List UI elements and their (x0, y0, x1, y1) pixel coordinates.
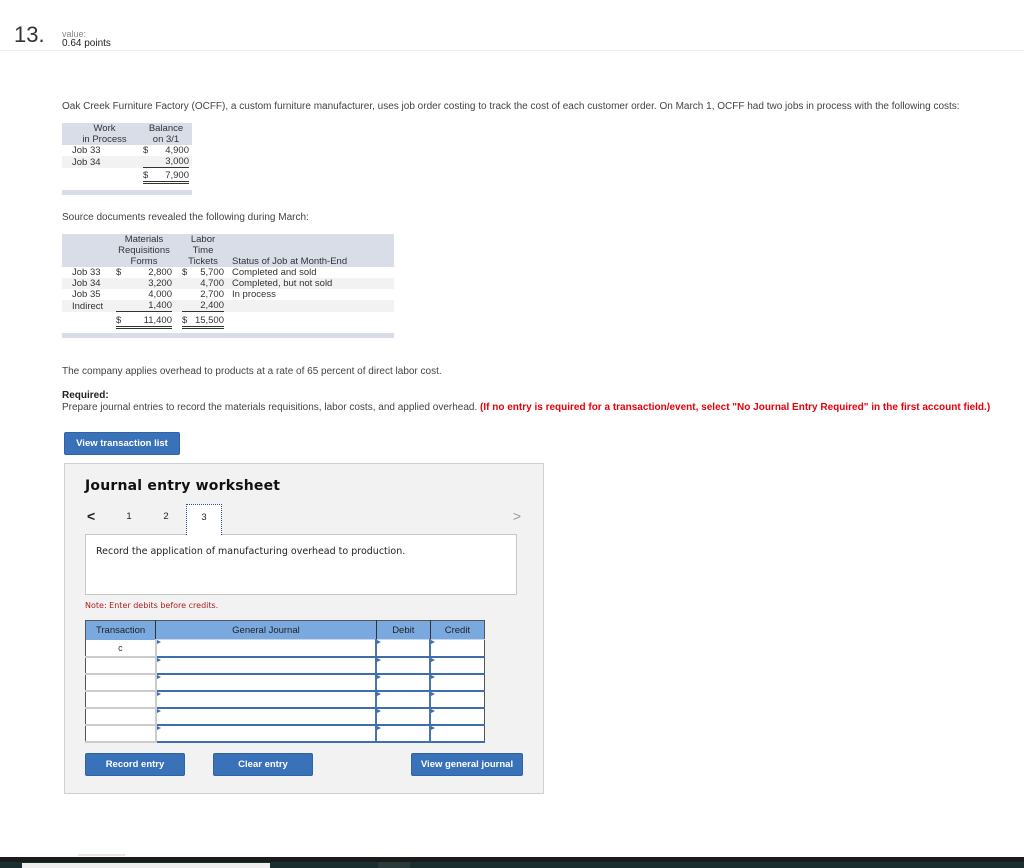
worksheet-tab-1[interactable]: 1 (112, 504, 146, 534)
journal-entry-worksheet: Journal entry worksheet < 1 2 3 > Record… (64, 463, 544, 794)
debit-input[interactable] (375, 724, 431, 743)
clear-entry-button[interactable]: Clear entry (213, 753, 313, 776)
column-header-credit: Credit (430, 620, 485, 640)
account-select[interactable] (154, 707, 377, 726)
journal-row (85, 673, 485, 692)
transaction-cell (85, 656, 157, 675)
wip-total-row: $7,900 (62, 168, 192, 184)
question-points: 0.64 points (62, 38, 111, 49)
transaction-cell (85, 690, 157, 709)
transaction-cell: c (85, 639, 157, 658)
required-warning: (If no entry is required for a transacti… (480, 402, 991, 413)
wip-row: Job 33 $4,900 (72, 145, 189, 156)
column-header-transaction: Transaction (85, 620, 157, 640)
journal-row (85, 724, 485, 743)
march-row: Job 34 3,200 4,700 Completed, but not so… (62, 278, 394, 289)
view-general-journal-button[interactable]: View general journal (411, 753, 523, 776)
record-entry-button[interactable]: Record entry (85, 753, 185, 776)
transaction-cell (85, 673, 157, 692)
journal-row (85, 690, 485, 709)
journal-row (85, 656, 485, 675)
table-divider (62, 333, 394, 338)
wip-row: Job 34 3,000 (62, 156, 192, 168)
credit-input[interactable] (429, 656, 485, 675)
wip-header-balance: Balance on 3/1 (148, 123, 184, 145)
debits-note: Note: Enter debits before credits. (85, 601, 219, 610)
required-instructions: Prepare journal entries to record the ma… (62, 402, 991, 413)
debit-input[interactable] (375, 673, 431, 692)
debit-input[interactable] (375, 690, 431, 709)
account-select[interactable] (154, 690, 377, 709)
materials-header: Materials Requisitions Forms (114, 234, 174, 267)
transaction-description: Record the application of manufacturing … (96, 546, 406, 557)
credit-input[interactable] (429, 690, 485, 709)
transaction-cell (85, 707, 157, 726)
debit-input[interactable] (375, 656, 431, 675)
column-header-debit: Debit (376, 620, 431, 640)
source-documents-intro: Source documents revealed the following … (62, 212, 309, 223)
problem-intro: Oak Creek Furniture Factory (OCFF), a cu… (62, 101, 960, 112)
worksheet-tab-3-active[interactable]: 3 (186, 504, 222, 535)
account-select[interactable] (154, 656, 377, 675)
account-select[interactable] (154, 724, 377, 743)
required-label: Required: (62, 390, 109, 401)
march-row: Job 33 $2,800 $5,700 Completed and sold (72, 267, 317, 278)
march-row: Indirect 1,400 2,400 (62, 300, 394, 312)
credit-input[interactable] (429, 673, 485, 692)
march-source-table: Materials Requisitions Forms Labor Time … (62, 234, 394, 329)
journal-entry-table: Transaction General Journal Debit Credit… (85, 620, 485, 743)
credit-input[interactable] (429, 639, 485, 658)
march-total-row: $11,400 $15,500 (62, 312, 394, 329)
overhead-rate-text: The company applies overhead to products… (62, 366, 442, 377)
wip-balance-table: Work in Process Balance on 3/1 Job 33 $4… (62, 123, 192, 184)
question-number: 13. (14, 22, 45, 47)
march-row: Job 35 4,000 2,700 In process (72, 289, 276, 300)
debit-input[interactable] (375, 639, 431, 658)
transaction-cell (85, 724, 157, 743)
taskbar-window-preview[interactable] (22, 863, 270, 868)
wip-header-work: Work in Process (82, 123, 127, 145)
question-header: 13. value: 0.64 points (0, 0, 1024, 51)
transaction-description-box: Record the application of manufacturing … (85, 534, 517, 595)
journal-row (85, 707, 485, 726)
journal-row: c (85, 639, 485, 658)
credit-input[interactable] (429, 707, 485, 726)
status-header: Status of Job at Month-End (226, 234, 394, 267)
column-header-general-journal: General Journal (155, 620, 377, 640)
debit-input[interactable] (375, 707, 431, 726)
credit-input[interactable] (429, 724, 485, 743)
chevron-right-icon[interactable]: > (513, 508, 521, 524)
chevron-left-icon[interactable]: < (87, 508, 95, 524)
taskbar-item[interactable] (378, 862, 410, 868)
worksheet-title: Journal entry worksheet (85, 478, 281, 494)
taskbar (0, 857, 1024, 868)
horizontal-scrollbar[interactable] (78, 854, 125, 856)
table-divider (62, 190, 192, 195)
account-select[interactable] (154, 673, 377, 692)
labor-header: Labor Time Tickets (180, 234, 226, 267)
account-select[interactable] (154, 639, 377, 658)
worksheet-tab-2[interactable]: 2 (149, 504, 183, 534)
view-transaction-list-button[interactable]: View transaction list (64, 432, 180, 455)
